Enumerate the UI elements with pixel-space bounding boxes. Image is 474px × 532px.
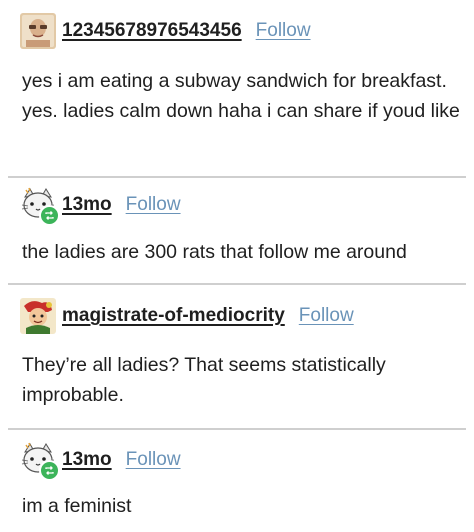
post-divider xyxy=(8,176,466,178)
post-text: yes i am eating a subway sandwich for br… xyxy=(22,70,460,122)
red-character-avatar-icon[interactable] xyxy=(20,298,56,334)
post-divider xyxy=(8,283,466,285)
username-link[interactable]: 13mo xyxy=(62,449,112,471)
username-link[interactable]: 13mo xyxy=(62,194,112,216)
portrait-avatar-icon[interactable] xyxy=(20,13,56,49)
post-header: 12345678976543456 Follow xyxy=(20,11,311,51)
post-text: im a feminist xyxy=(22,495,132,517)
cat-avatar-icon[interactable] xyxy=(20,442,60,481)
post-header: magistrate-of-mediocrity Follow xyxy=(20,296,354,336)
follow-button[interactable]: Follow xyxy=(299,305,354,327)
cat-avatar-icon[interactable] xyxy=(20,187,60,226)
reblog-icon xyxy=(39,205,60,226)
post-text: They’re all ladies? That seems statistic… xyxy=(22,354,386,406)
username-link[interactable]: 12345678976543456 xyxy=(62,20,242,42)
follow-button[interactable]: Follow xyxy=(126,194,181,216)
reblog-icon xyxy=(39,460,60,481)
post-header: 13mo Follow xyxy=(20,185,181,226)
follow-button[interactable]: Follow xyxy=(256,20,311,42)
follow-button[interactable]: Follow xyxy=(126,449,181,471)
post-divider xyxy=(8,428,466,430)
post-header: 13mo Follow xyxy=(20,440,181,481)
post-text: the ladies are 300 rats that follow me a… xyxy=(22,241,407,263)
username-link[interactable]: magistrate-of-mediocrity xyxy=(62,305,285,327)
reblog-thread: 12345678976543456 Follow yes i am eating… xyxy=(0,0,474,532)
